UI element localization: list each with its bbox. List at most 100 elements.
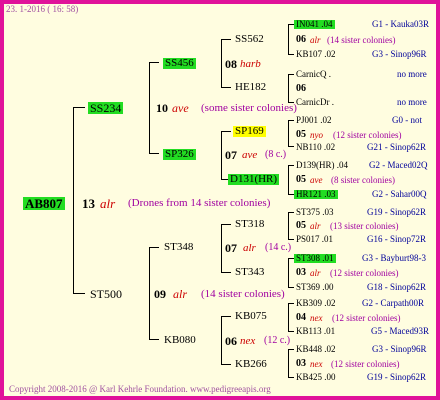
tree-line: [288, 303, 289, 331]
queen-id: SS456: [163, 57, 196, 69]
tree-line: [149, 62, 159, 63]
breeder-number: 10: [156, 101, 168, 115]
queen-id: ST308 .01: [294, 253, 336, 263]
tree-line: [149, 247, 150, 339]
breeder-number: 08: [225, 57, 237, 71]
breeder-number: 07: [225, 148, 237, 162]
origin-label: G19 - Sinop62R: [367, 372, 427, 382]
breeder-number: 03: [296, 267, 306, 278]
sister-colonies-note: (12 sister colonies): [331, 359, 400, 369]
origin-label: G5 - Maced93R: [371, 326, 429, 336]
tree-line: [288, 349, 289, 377]
queen-id: NB110 .02: [296, 142, 336, 152]
breeder-number: 06: [225, 334, 237, 348]
queen-id: PS017 .01: [296, 234, 334, 244]
tree-line: [221, 316, 222, 364]
origin-label: G2 - Carpath00R: [362, 298, 424, 308]
queen-id: KB080: [164, 334, 196, 346]
tree-line: [221, 364, 231, 365]
tree-line: [288, 377, 294, 378]
sister-colonies-note: (some sister colonies): [201, 102, 297, 114]
breeder-name: alr: [243, 242, 256, 254]
queen-id: IN041 .04: [294, 19, 335, 29]
queen-id: CarnicDr .: [296, 97, 334, 107]
tree-line: [221, 39, 231, 40]
origin-label: G2 - Maced02Q: [369, 160, 428, 170]
tree-line: [288, 239, 294, 240]
sister-colonies-note: (12 c.): [264, 335, 291, 346]
tree-line: [221, 316, 231, 317]
breeder-name: ave: [172, 101, 189, 115]
sister-colonies-note: (13 sister colonies): [330, 221, 399, 231]
breeder-number: 03: [296, 358, 306, 369]
queen-id: SP169: [233, 125, 266, 137]
queen-id: ST318: [235, 218, 265, 230]
sister-colonies-note: (8 sister colonies): [331, 175, 395, 185]
queen-id: KB425 .00: [296, 372, 336, 382]
tree-line: [221, 131, 222, 179]
breeder-number: 04: [296, 312, 306, 323]
origin-label: no more: [397, 69, 427, 79]
copyright-footer: Copyright 2008-2016 @ Karl Kehrle Founda…: [9, 384, 271, 394]
tree-line: [149, 247, 159, 248]
queen-id: D131(HR): [228, 173, 280, 185]
sister-colonies-note: (14 sister colonies): [327, 35, 396, 45]
origin-label: G3 - Sinop96R: [372, 49, 427, 59]
tree-line: [288, 24, 289, 54]
origin-label: G19 - Sinop62R: [367, 207, 427, 217]
tree-line: [288, 120, 289, 146]
queen-id: ST369 .00: [296, 282, 334, 292]
tree-line: [288, 74, 289, 102]
queen-id: ST500: [90, 287, 123, 301]
origin-label: no more: [397, 97, 427, 107]
tree-line: [149, 153, 159, 154]
queen-id: ST343: [235, 266, 265, 278]
origin-label: G0 - not: [392, 115, 422, 125]
breeder-name: nex: [310, 313, 323, 323]
breeder-number: 09: [154, 287, 166, 301]
breeder-name: ave: [310, 175, 323, 185]
tree-line: [288, 349, 294, 350]
queen-id: SS234: [88, 101, 124, 115]
tree-line: [149, 339, 159, 340]
sister-colonies-note: (12 sister colonies): [332, 313, 401, 323]
origin-label: G21 - Sinop62R: [367, 142, 427, 152]
queen-id: HR121 .03: [294, 189, 338, 199]
tree-line: [221, 87, 231, 88]
queen-id: HE182: [235, 81, 267, 93]
sister-colonies-note: (14 c.): [265, 242, 292, 253]
pedigree-frame: 23. 1-2016 ( 16: 58) AB807 13 alr (Drone…: [0, 0, 440, 400]
queen-id-root: AB807: [23, 196, 65, 211]
tree-line: [288, 212, 294, 213]
sister-colonies-note: (12 sister colonies): [333, 130, 402, 140]
sister-colonies-note: (8 c.): [265, 149, 287, 160]
breeder-number: 05: [296, 174, 306, 185]
tree-line: [288, 331, 294, 332]
queen-id: KB107 .02: [296, 49, 336, 59]
tree-line: [288, 258, 289, 287]
sister-colonies-note: (14 sister colonies): [201, 288, 285, 300]
tree-line: [288, 54, 294, 55]
tree-line: [221, 224, 231, 225]
tree-line: [288, 74, 294, 75]
breeder-name: alr: [310, 221, 321, 231]
tree-line: [221, 272, 231, 273]
queen-id: D139(HR) .04: [296, 160, 348, 170]
tree-line: [288, 303, 294, 304]
queen-id: SS562: [235, 33, 264, 45]
queen-id: SP326: [163, 148, 196, 160]
queen-id: CarnicQ .: [296, 69, 331, 79]
queen-id: KB113 .01: [296, 326, 336, 336]
origin-label: G1 - Kauka03R: [372, 19, 429, 29]
breeder-number: 05: [296, 220, 306, 231]
tree-line: [73, 293, 85, 294]
tree-line: [288, 146, 294, 147]
drone-origin-note: (Drones from 14 sister colonies): [128, 197, 271, 209]
tree-line: [288, 120, 294, 121]
timestamp-header: 23. 1-2016 ( 16: 58): [6, 4, 79, 14]
origin-label: G16 - Sinop72R: [367, 234, 427, 244]
queen-id: KB266: [235, 358, 267, 370]
queen-id: KB309 .02: [296, 298, 336, 308]
origin-label: G3 - Bayburt98-3: [362, 253, 426, 263]
breeder-name: nex: [310, 359, 323, 369]
